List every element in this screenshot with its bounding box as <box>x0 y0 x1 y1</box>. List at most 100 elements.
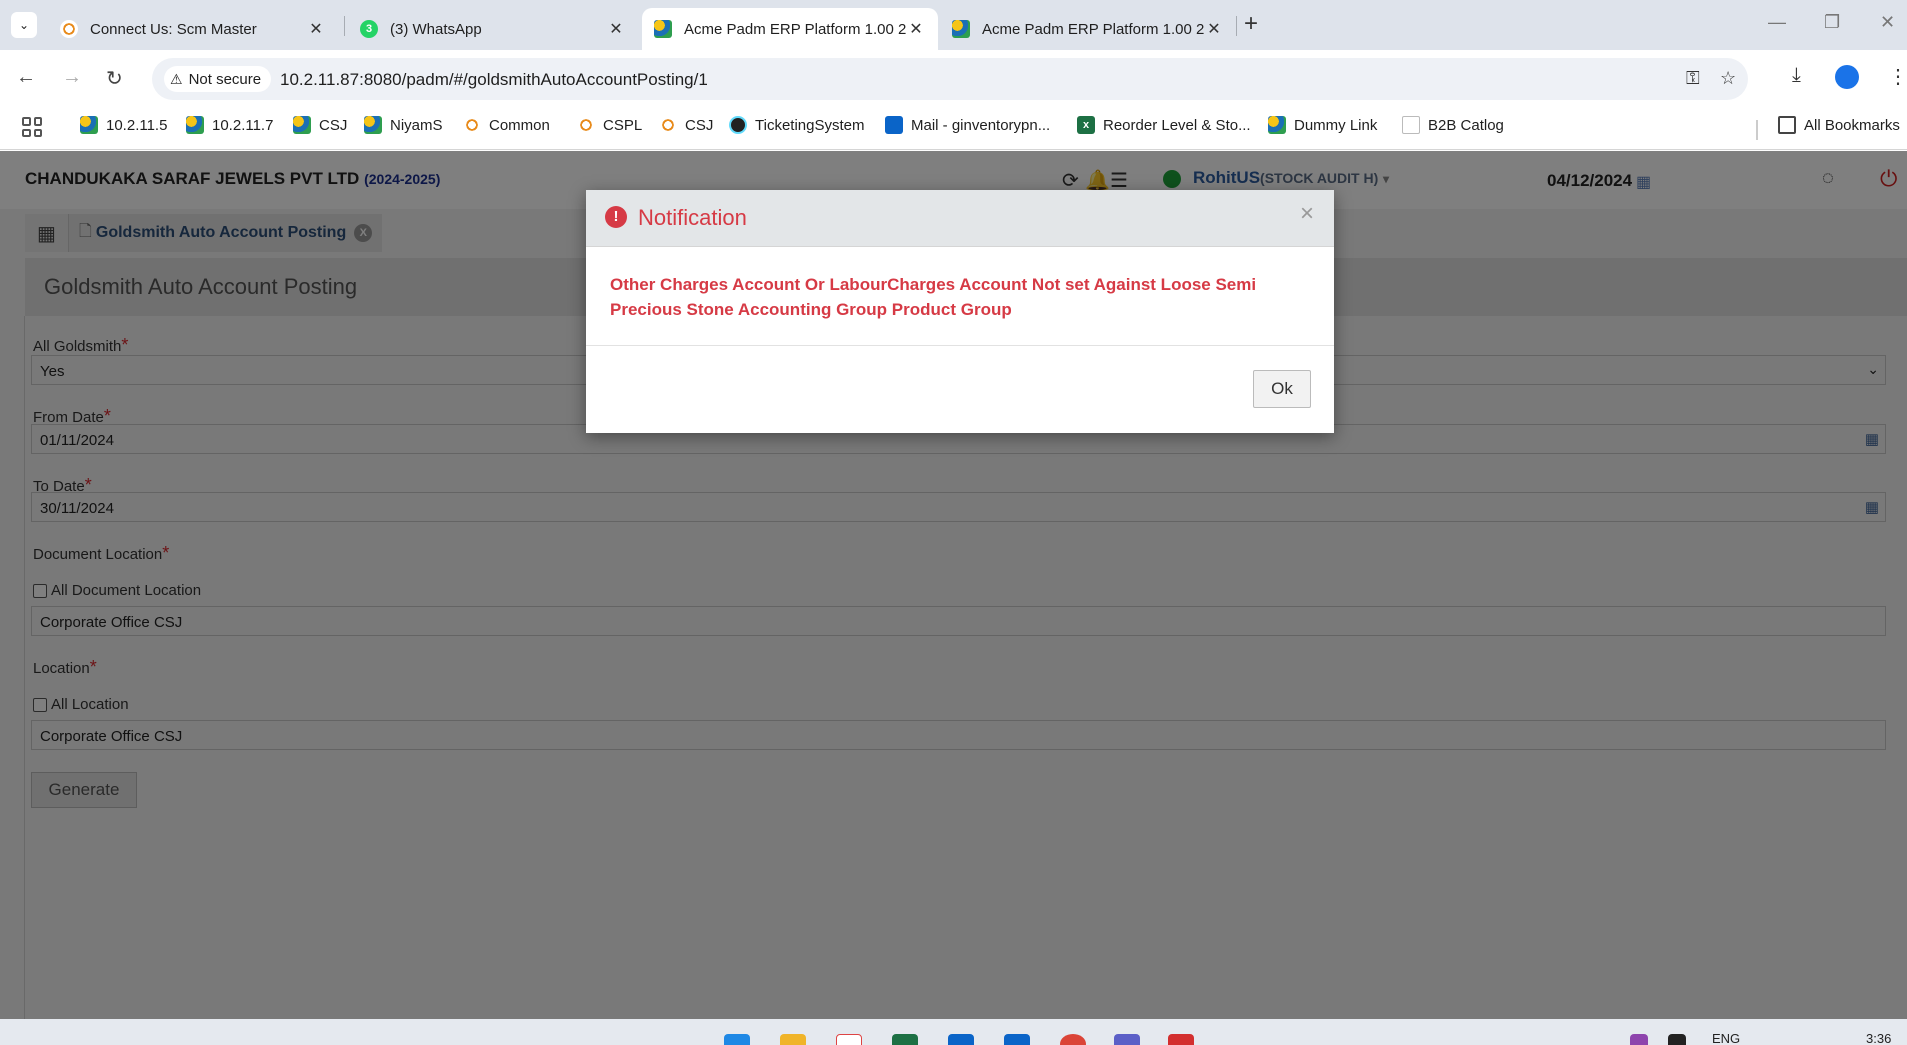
bookmark-label: CSPL <box>603 116 643 134</box>
browser-tab-strip: ⌄ Connect Us: Scm Master ✕ 3 (3) WhatsAp… <box>0 0 1907 50</box>
new-tab-icon[interactable]: + <box>1244 10 1258 38</box>
download-icon[interactable]: ⤓ <box>1792 64 1801 87</box>
padm-cog-icon <box>186 116 204 134</box>
bookmark-item[interactable]: CSPL <box>577 116 642 134</box>
teams-icon[interactable] <box>1114 1034 1140 1045</box>
bookmark-item[interactable]: TicketingSystem <box>729 116 864 134</box>
tab-search-dropdown[interactable]: ⌄ <box>11 12 37 38</box>
password-key-icon[interactable]: ⚿ <box>1686 68 1700 89</box>
tray-app-icon[interactable] <box>1630 1034 1648 1045</box>
bookmark-label: Mail - ginventorypn... <box>911 116 1051 134</box>
clock-time[interactable]: 3:36 <box>1866 1031 1891 1045</box>
warning-triangle-icon: ⚠ <box>170 70 183 87</box>
app-icon[interactable] <box>1168 1034 1194 1045</box>
document-icon <box>1402 116 1420 134</box>
snipping-tool-icon[interactable] <box>836 1034 862 1045</box>
folder-icon <box>1778 116 1796 134</box>
modal-footer-divider <box>586 345 1334 346</box>
browser-tab-2[interactable]: 3 (3) WhatsApp ✕ <box>348 8 638 50</box>
security-chip[interactable]: ⚠ Not secure <box>164 66 272 92</box>
browser-toolbar: ← → ↻ ⚠ Not secure 10.2.11.87:8080/padm/… <box>0 50 1907 108</box>
padm-cog-icon <box>80 116 98 134</box>
padm-cog-icon <box>293 116 311 134</box>
back-icon[interactable]: ← <box>16 66 36 89</box>
padm-cog-icon <box>364 116 382 134</box>
bookmark-label: CSJ <box>685 116 714 134</box>
bookmark-star-icon[interactable]: ☆ <box>1720 68 1736 89</box>
bookmark-label: NiyamS <box>390 116 443 134</box>
outlook-icon[interactable] <box>1004 1034 1030 1045</box>
bookmark-item[interactable]: B2B Catlog <box>1402 116 1504 134</box>
restore-icon[interactable]: ❐ <box>1824 12 1840 33</box>
bookmark-label: Common <box>489 116 550 134</box>
padm-cog-icon <box>952 20 970 38</box>
bookmark-label: Reorder Level & Sto... <box>1103 116 1251 134</box>
chrome-icon[interactable] <box>1060 1034 1086 1045</box>
address-bar[interactable]: ⚠ Not secure 10.2.11.87:8080/padm/#/gold… <box>152 58 1748 100</box>
apps-grid-icon[interactable] <box>22 117 42 137</box>
close-icon[interactable]: ✕ <box>906 19 926 39</box>
browser-tab-4[interactable]: Acme Padm ERP Platform 1.00 2 ✕ <box>940 8 1236 50</box>
react-icon <box>729 116 747 134</box>
close-icon[interactable]: × <box>1300 200 1314 228</box>
taskbar: ENG 3:36 <box>0 1019 1907 1045</box>
bookmark-label: TicketingSystem <box>755 116 865 134</box>
window-close-icon[interactable]: ✕ <box>1880 12 1895 33</box>
close-icon[interactable]: ✕ <box>1204 19 1224 39</box>
forward-icon[interactable]: → <box>62 66 82 89</box>
bookmark-item[interactable]: CSJ <box>659 116 713 134</box>
browser-tab-title: Acme Padm ERP Platform 1.00 2 <box>982 20 1204 38</box>
jeweller-logo-icon <box>577 116 595 134</box>
security-label: Not secure <box>188 70 262 88</box>
whatsapp-icon: 3 <box>360 20 378 38</box>
outlook-icon <box>885 116 903 134</box>
windows-start-icon[interactable] <box>724 1034 750 1045</box>
language-indicator[interactable]: ENG <box>1712 1031 1740 1045</box>
ok-button[interactable]: Ok <box>1253 370 1311 408</box>
bookmark-item[interactable]: 10.2.11.7 <box>186 116 273 134</box>
bookmark-item[interactable]: Common <box>463 116 550 134</box>
padm-cog-icon <box>1268 116 1286 134</box>
bookmark-label: CSJ <box>319 116 348 134</box>
tab-divider <box>344 16 345 36</box>
close-icon[interactable]: ✕ <box>306 19 326 39</box>
bookmark-item[interactable]: NiyamS <box>364 116 443 134</box>
bookmark-item[interactable]: Mail - ginventorypn... <box>885 116 1050 134</box>
browser-tab-title: Acme Padm ERP Platform 1.00 2 <box>684 20 906 38</box>
tab-divider <box>1236 16 1237 36</box>
browser-tab-title: Connect Us: Scm Master <box>90 20 257 38</box>
browser-tab-1[interactable]: Connect Us: Scm Master ✕ <box>48 8 338 50</box>
profile-avatar-icon[interactable] <box>1835 65 1859 89</box>
exclamation-circle-icon: ! <box>605 206 627 228</box>
bookmark-item[interactable]: x Reorder Level & Sto... <box>1077 116 1251 134</box>
reload-icon[interactable]: ↻ <box>106 66 123 91</box>
padm-cog-icon <box>654 20 672 38</box>
bookmark-item[interactable]: 10.2.11.5 <box>80 116 167 134</box>
all-bookmarks-button[interactable]: All Bookmarks <box>1778 116 1900 134</box>
excel-icon[interactable] <box>892 1034 918 1045</box>
jeweller-logo-icon <box>659 116 677 134</box>
minimize-icon[interactable]: — <box>1768 12 1786 33</box>
edge-icon[interactable] <box>948 1034 974 1045</box>
bookmark-label: 10.2.11.5 <box>106 116 168 134</box>
bookmarks-bar: 10.2.11.5 10.2.11.7 CSJ NiyamS Common CS… <box>0 108 1907 150</box>
url-text[interactable]: 10.2.11.87:8080/padm/#/goldsmithAutoAcco… <box>280 70 708 90</box>
modal-title: Notification <box>638 205 747 230</box>
bookmark-item[interactable]: CSJ <box>293 116 347 134</box>
browser-tab-title: (3) WhatsApp <box>390 20 482 38</box>
bookmark-divider <box>1756 120 1758 140</box>
notification-modal: ! Notification × Other Charges Account O… <box>586 190 1334 433</box>
close-icon[interactable]: ✕ <box>606 19 626 39</box>
all-bookmarks-label: All Bookmarks <box>1804 116 1900 134</box>
jeweller-logo-icon <box>60 20 78 38</box>
browser-tab-3[interactable]: Acme Padm ERP Platform 1.00 2 ✕ <box>642 8 938 50</box>
tray-app-icon[interactable] <box>1668 1034 1686 1045</box>
file-explorer-icon[interactable] <box>780 1034 806 1045</box>
jeweller-logo-icon <box>463 116 481 134</box>
bookmark-item[interactable]: Dummy Link <box>1268 116 1377 134</box>
modal-message: Other Charges Account Or LabourCharges A… <box>610 275 1257 319</box>
bookmark-label: 10.2.11.7 <box>212 116 274 134</box>
menu-kebab-icon[interactable]: ⋮ <box>1888 64 1907 89</box>
bookmark-label: B2B Catlog <box>1428 116 1504 134</box>
modal-header: ! Notification × <box>586 190 1334 247</box>
